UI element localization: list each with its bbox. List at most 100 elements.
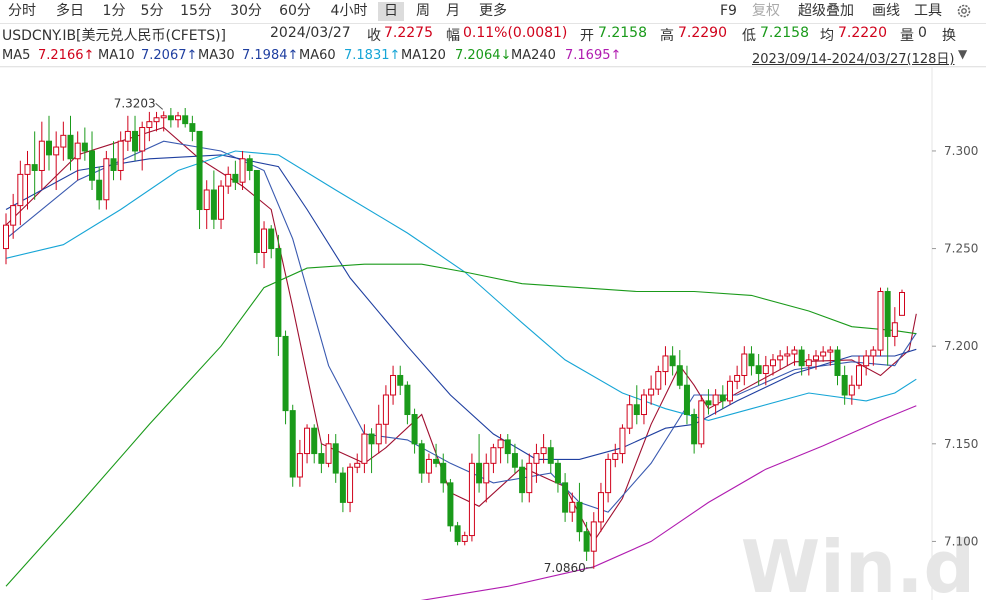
candle [648, 375, 655, 405]
date-range-label[interactable]: 2023/09/14-2024/03/27(128日) [752, 48, 955, 67]
candle-body [46, 140, 53, 156]
period-tab-15min[interactable]: 15分 [178, 2, 214, 21]
low-value: 7.2158 [760, 25, 809, 41]
candle [705, 389, 712, 415]
candle [863, 350, 870, 376]
candle-body [418, 443, 425, 474]
candle [24, 150, 31, 210]
high-value: 7.2290 [678, 25, 727, 41]
candle-body [769, 359, 776, 367]
candle-body [863, 355, 870, 367]
candle-body [698, 400, 705, 445]
candle-body [167, 115, 174, 121]
period-toolbar: 分时 多日 1分 5分 15分 30分 60分 4小时 日 周 月 更多 F9 … [0, 0, 986, 24]
candle-body [182, 115, 189, 125]
price-chart[interactable]: Win.d 7.100 7.150 7.200 7.250 7.300 7.3203 7.… [0, 67, 986, 600]
candle [504, 434, 511, 464]
period-tab-5min[interactable]: 5分 [138, 2, 166, 21]
period-tab-week[interactable]: 周 [412, 2, 434, 21]
candle-body [382, 394, 389, 425]
candle-body [476, 462, 483, 484]
f9-button[interactable]: F9 [720, 2, 737, 21]
period-tab-month[interactable]: 月 [442, 2, 464, 21]
ma120-label: MA120 [401, 48, 446, 63]
candle-body [210, 189, 217, 220]
candle-body [791, 349, 798, 355]
min-price-annotation: 7.0860 [544, 561, 586, 575]
candle [576, 482, 583, 542]
candle [218, 180, 225, 230]
candle [411, 408, 418, 454]
candle [633, 385, 640, 425]
period-tab-30min[interactable]: 30分 [228, 2, 264, 21]
candle-body [841, 374, 848, 396]
candle [497, 434, 504, 464]
ma5-value: 7.2166↑ [38, 48, 95, 63]
candle [339, 467, 346, 513]
candle [870, 346, 877, 366]
candlesticks [3, 108, 905, 569]
candle-body [468, 462, 475, 537]
candle-body [483, 462, 490, 484]
candle [275, 234, 282, 356]
gear-icon[interactable] [956, 3, 972, 19]
annotation-leader-line [155, 102, 164, 110]
candle-body [526, 462, 533, 494]
candle-body [490, 447, 497, 464]
candle-body [605, 458, 612, 494]
candle-body [504, 439, 511, 455]
turnover-label: 换 [942, 28, 956, 44]
draw-line-button[interactable]: 画线 [872, 2, 900, 21]
candle-body [339, 472, 346, 503]
period-tab-60min[interactable]: 60分 [277, 2, 313, 21]
candle [210, 170, 217, 230]
candle-body [253, 169, 260, 253]
open-label: 开 [580, 28, 594, 44]
tools-button[interactable]: 工具 [914, 2, 942, 21]
candle [490, 443, 497, 474]
low-label: 低 [742, 28, 756, 44]
candle-body [454, 525, 461, 542]
change-value: 0.11%(0.0081) [463, 25, 568, 41]
candle [347, 463, 354, 513]
period-tab-4h[interactable]: 4小时 [326, 2, 372, 21]
max-price-annotation: 7.3203 [114, 96, 156, 110]
candle-body [447, 482, 454, 527]
candle-body [275, 248, 282, 337]
ma10-line [5, 140, 917, 513]
candle-body [282, 335, 289, 412]
range-dropdown-chevron-icon[interactable]: ▼ [958, 47, 967, 61]
candle-body [669, 355, 676, 367]
candle [547, 439, 554, 474]
candle [404, 381, 411, 425]
candle-body [53, 146, 60, 156]
candle-body [576, 501, 583, 533]
period-tab-fenshi[interactable]: 分时 [4, 2, 40, 21]
candle [425, 453, 432, 483]
candle [368, 428, 375, 474]
candle [318, 443, 325, 474]
candle-body [820, 351, 827, 357]
candle-body [296, 453, 303, 478]
period-tab-1min[interactable]: 1分 [100, 2, 128, 21]
y-tick-label: 7.200 [944, 339, 978, 353]
period-tab-day[interactable]: 日 [378, 2, 404, 21]
candle [304, 424, 311, 464]
candle [748, 346, 755, 376]
overlay-button[interactable]: 超级叠加 [798, 2, 854, 21]
candle-body [225, 173, 232, 187]
ma60-value: 7.1831↑ [344, 48, 401, 63]
candle-body [497, 439, 504, 449]
candle-body [590, 521, 597, 552]
candle [325, 434, 332, 468]
fuquan-button[interactable]: 复权 [752, 2, 780, 21]
period-tab-multiday[interactable]: 多日 [52, 2, 88, 21]
ma10-value: 7.2067↑ [141, 48, 198, 63]
y-tick-label: 7.100 [944, 534, 978, 548]
candle-body [433, 458, 440, 464]
candle [31, 131, 38, 200]
candle [554, 459, 561, 493]
candle-body [146, 121, 153, 129]
period-tab-more[interactable]: 更多 [474, 2, 512, 21]
candle-body [899, 292, 905, 316]
